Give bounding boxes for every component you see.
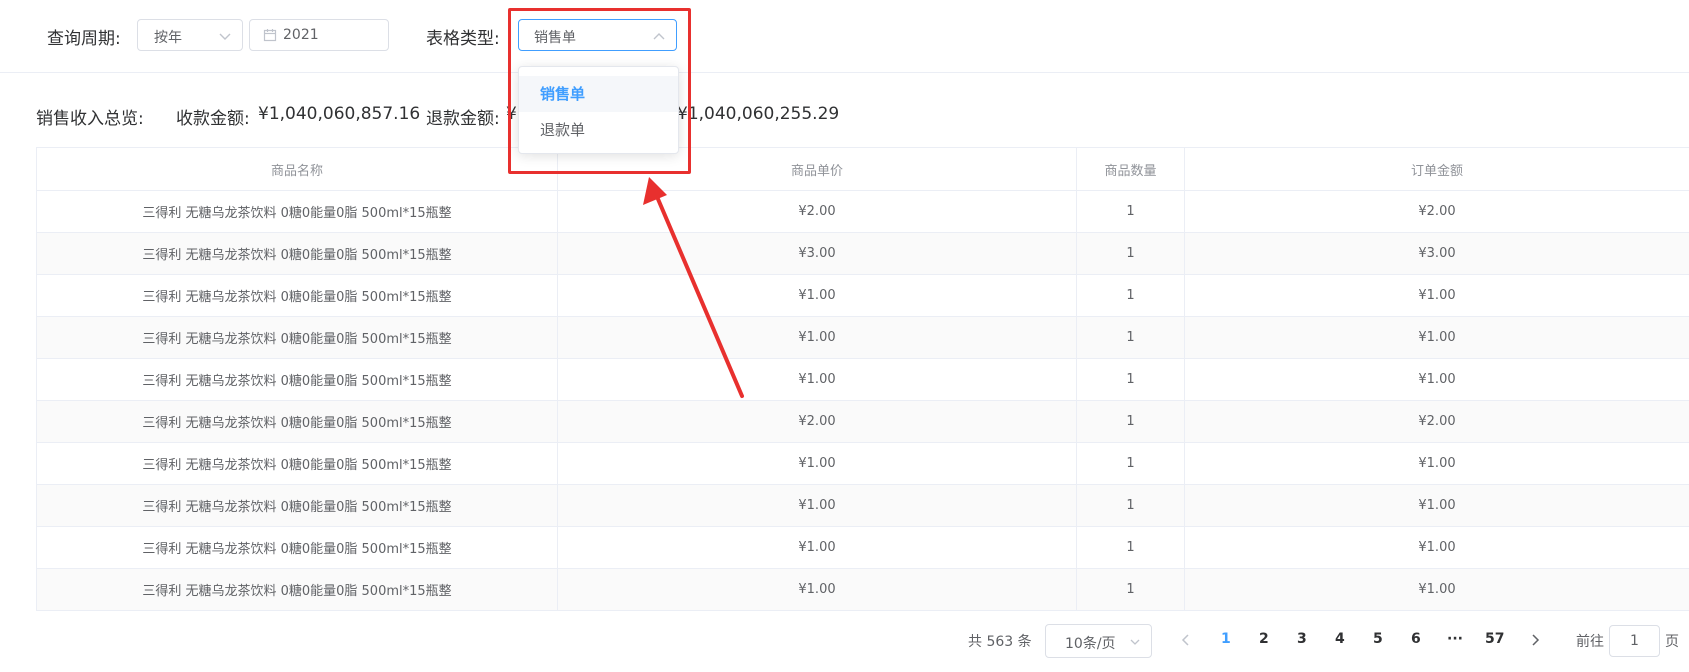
page-size-value: 10条/页 [1065,636,1116,652]
cell-unit-price: ¥1.00 [557,316,1077,359]
net-amount: ¥1,040,060,255.29 [677,104,840,124]
type-label: 表格类型: [426,29,500,49]
cell-order-amount: ¥1.00 [1184,358,1689,401]
cell-product-name: 三得利 无糖乌龙茶饮料 0糖0能量0脂 500ml*15瓶整 [36,568,558,611]
more-pages[interactable]: ··· [1447,631,1463,647]
cell-product-name: 三得利 无糖乌龙茶饮料 0糖0能量0脂 500ml*15瓶整 [36,190,558,233]
calendar-icon [263,28,277,46]
total-count: 共 563 条 [968,634,1032,650]
year-value: 2021 [283,27,319,43]
page-unit-label: 页 [1665,634,1679,650]
cell-product-name: 三得利 无糖乌龙茶饮料 0糖0能量0脂 500ml*15瓶整 [36,400,558,443]
period-mode-select[interactable]: 按年 [137,19,243,51]
page-57[interactable]: 57 [1485,631,1504,647]
cell-product-name: 三得利 无糖乌龙茶饮料 0糖0能量0脂 500ml*15瓶整 [36,442,558,485]
cell-product-name: 三得利 无糖乌龙茶饮料 0糖0能量0脂 500ml*15瓶整 [36,316,558,359]
page-4[interactable]: 4 [1335,631,1345,647]
period-mode-value: 按年 [154,30,182,46]
prev-page-button[interactable] [1180,632,1192,652]
page-size-select[interactable]: 10条/页 [1045,624,1152,658]
header-product-name: 商品名称 [36,147,558,191]
cell-unit-price: ¥1.00 [557,358,1077,401]
header-quantity: 商品数量 [1076,147,1185,191]
cell-unit-price: ¥1.00 [557,442,1077,485]
goto-label: 前往 [1576,634,1604,650]
cell-unit-price: ¥2.00 [557,400,1077,443]
cell-order-amount: ¥1.00 [1184,568,1689,611]
cell-unit-price: ¥1.00 [557,568,1077,611]
cell-quantity: 1 [1076,400,1185,443]
receipt-amount: ¥1,040,060,857.16 [258,104,421,124]
cell-unit-price: ¥1.00 [557,274,1077,317]
cell-order-amount: ¥2.00 [1184,400,1689,443]
cell-quantity: 1 [1076,316,1185,359]
chevron-right-icon [1532,634,1540,646]
chevron-down-icon [218,26,232,50]
cell-product-name: 三得利 无糖乌龙茶饮料 0糖0能量0脂 500ml*15瓶整 [36,526,558,569]
table-row: 三得利 无糖乌龙茶饮料 0糖0能量0脂 500ml*15瓶整 ¥1.00 1 ¥1.0… [36,274,1689,317]
annotation-highlight-box [508,8,691,174]
cell-quantity: 1 [1076,358,1185,401]
header-order-amount: 订单金额 [1184,147,1689,191]
table-row: 三得利 无糖乌龙茶饮料 0糖0能量0脂 500ml*15瓶整 ¥1.00 1 ¥1.0… [36,526,1689,569]
next-page-button[interactable] [1529,632,1541,652]
cell-quantity: 1 [1076,568,1185,611]
filter-bar: 查询周期: 按年 2021 表格类型: 销售单 [0,0,1689,73]
cell-product-name: 三得利 无糖乌龙茶饮料 0糖0能量0脂 500ml*15瓶整 [36,358,558,401]
table-row: 三得利 无糖乌龙茶饮料 0糖0能量0脂 500ml*15瓶整 ¥1.00 1 ¥1.0… [36,316,1689,359]
cell-product-name: 三得利 无糖乌龙茶饮料 0糖0能量0脂 500ml*15瓶整 [36,232,558,275]
summary-title: 销售收入总览: [36,109,144,129]
pagination: 共 563 条 10条/页 1 2 3 4 5 6 ··· 57 前往 1 页 [0,620,1689,664]
refund-label: 退款金额: [426,109,500,129]
cell-order-amount: ¥1.00 [1184,484,1689,527]
cell-unit-price: ¥2.00 [557,190,1077,233]
page-2[interactable]: 2 [1259,631,1269,647]
cell-order-amount: ¥2.00 [1184,190,1689,233]
cell-quantity: 1 [1076,190,1185,233]
table-row: 三得利 无糖乌龙茶饮料 0糖0能量0脂 500ml*15瓶整 ¥3.00 1 ¥3.0… [36,232,1689,275]
page-6[interactable]: 6 [1411,631,1421,647]
cell-order-amount: ¥3.00 [1184,232,1689,275]
page-3[interactable]: 3 [1297,631,1307,647]
table-row: 三得利 无糖乌龙茶饮料 0糖0能量0脂 500ml*15瓶整 ¥1.00 1 ¥1.0… [36,358,1689,401]
period-label: 查询周期: [47,29,121,49]
chevron-down-icon [1130,639,1140,645]
cell-quantity: 1 [1076,526,1185,569]
cell-quantity: 1 [1076,274,1185,317]
cell-quantity: 1 [1076,484,1185,527]
table-header-row: 商品名称 商品单价 商品数量 订单金额 [36,147,1689,191]
receipt-label: 收款金额: [176,109,250,129]
table-row: 三得利 无糖乌龙茶饮料 0糖0能量0脂 500ml*15瓶整 ¥2.00 1 ¥2.0… [36,400,1689,443]
cell-order-amount: ¥1.00 [1184,442,1689,485]
year-picker[interactable]: 2021 [249,19,389,51]
cell-quantity: 1 [1076,232,1185,275]
page-1[interactable]: 1 [1221,631,1231,647]
sales-table: 商品名称 商品单价 商品数量 订单金额 三得利 无糖乌龙茶饮料 0糖0能量0脂 … [36,147,1689,611]
chevron-left-icon [1181,634,1189,646]
table-row: 三得利 无糖乌龙茶饮料 0糖0能量0脂 500ml*15瓶整 ¥1.00 1 ¥1.0… [36,484,1689,527]
cell-order-amount: ¥1.00 [1184,274,1689,317]
table-row: 三得利 无糖乌龙茶饮料 0糖0能量0脂 500ml*15瓶整 ¥1.00 1 ¥1.0… [36,442,1689,485]
cell-unit-price: ¥3.00 [557,232,1077,275]
cell-order-amount: ¥1.00 [1184,526,1689,569]
cell-order-amount: ¥1.00 [1184,316,1689,359]
cell-unit-price: ¥1.00 [557,526,1077,569]
table-row: 三得利 无糖乌龙茶饮料 0糖0能量0脂 500ml*15瓶整 ¥1.00 1 ¥1.0… [36,568,1689,611]
cell-product-name: 三得利 无糖乌龙茶饮料 0糖0能量0脂 500ml*15瓶整 [36,274,558,317]
cell-unit-price: ¥1.00 [557,484,1077,527]
cell-quantity: 1 [1076,442,1185,485]
goto-page-input[interactable]: 1 [1609,625,1660,657]
page-5[interactable]: 5 [1373,631,1383,647]
cell-product-name: 三得利 无糖乌龙茶饮料 0糖0能量0脂 500ml*15瓶整 [36,484,558,527]
table-row: 三得利 无糖乌龙茶饮料 0糖0能量0脂 500ml*15瓶整 ¥2.00 1 ¥2.0… [36,190,1689,233]
